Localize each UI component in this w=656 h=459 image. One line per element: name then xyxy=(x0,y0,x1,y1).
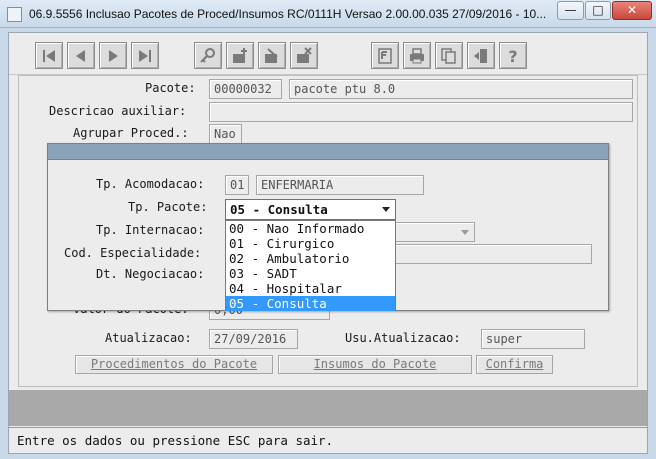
previous-record-button[interactable] xyxy=(67,42,95,69)
add-button[interactable] xyxy=(226,42,254,69)
acomodacao-label: Tp. Acomodacao: xyxy=(96,177,205,191)
svg-text:?: ? xyxy=(508,47,517,66)
negociacao-label: Dt. Negociacao: xyxy=(96,267,205,281)
filter-button[interactable] xyxy=(371,42,399,69)
pacote-code-field[interactable]: 00000032 xyxy=(209,79,282,99)
bottom-bar xyxy=(9,390,647,426)
app-icon xyxy=(7,7,22,22)
last-record-button[interactable] xyxy=(131,42,159,69)
pacote-tipo-select[interactable]: 05 - Consulta xyxy=(225,199,396,220)
maximize-button[interactable]: □ xyxy=(585,1,611,20)
agrupar-label: Agrupar Proced.: xyxy=(73,126,189,140)
especialidade-label: Cod. Especialidade: xyxy=(64,246,202,260)
acomodacao-name-field[interactable]: ENFERMARIA xyxy=(256,175,424,195)
acomodacao-code-field[interactable]: 01 xyxy=(225,175,249,195)
chevron-down-icon xyxy=(382,207,390,212)
option-consulta[interactable]: 05 - Consulta xyxy=(226,296,395,311)
pacote-tipo-label: Tp. Pacote: xyxy=(128,200,208,214)
chevron-down-icon xyxy=(461,230,469,235)
usu-atualizacao-label: Usu.Atualizacao: xyxy=(345,331,461,345)
copy-button[interactable] xyxy=(435,42,463,69)
search-key-button[interactable] xyxy=(194,42,222,69)
print-icon xyxy=(410,47,424,63)
atualizacao-field[interactable]: 27/09/2016 xyxy=(209,329,298,349)
option-hospitalar[interactable]: 04 - Hospitalar xyxy=(226,281,395,296)
status-message: Entre os dados ou pressione ESC para sai… xyxy=(17,433,334,448)
first-record-button[interactable] xyxy=(35,42,63,69)
atualizacao-label: Atualizacao: xyxy=(105,331,192,345)
exit-button[interactable] xyxy=(467,42,495,69)
first-record-icon xyxy=(43,49,55,62)
add-icon xyxy=(233,47,247,63)
insumos-button[interactable]: Insumos do Pacote xyxy=(278,355,472,374)
delete-icon xyxy=(297,46,312,63)
usu-atualizacao-field[interactable]: super xyxy=(481,329,585,349)
previous-record-icon xyxy=(76,49,85,62)
internacao-label: Tp. Internacao: xyxy=(96,223,205,237)
help-button[interactable]: ? xyxy=(499,42,527,69)
option-ambulatorio[interactable]: 02 - Ambulatorio xyxy=(226,251,395,266)
next-record-icon xyxy=(109,49,118,62)
print-button[interactable] xyxy=(403,42,431,69)
pacote-tipo-value: 05 - Consulta xyxy=(230,202,328,217)
last-record-icon xyxy=(139,49,151,62)
edit-button[interactable] xyxy=(258,42,286,69)
pacote-tipo-dropdown[interactable]: 00 - Nao Informado 01 - Cirurgico 02 - A… xyxy=(225,220,396,311)
confirma-button[interactable]: Confirma xyxy=(476,355,553,374)
procedimentos-button[interactable]: Procedimentos do Pacote xyxy=(75,355,273,374)
close-button[interactable]: ✕ xyxy=(612,1,652,20)
descricao-label: Descricao auxiliar: xyxy=(49,104,187,118)
option-sadt[interactable]: 03 - SADT xyxy=(226,266,395,281)
edit-icon xyxy=(265,47,278,63)
next-record-button[interactable] xyxy=(99,42,127,69)
option-nao-informado[interactable]: 00 - Nao Informado xyxy=(226,221,395,236)
pacote-name-field[interactable]: pacote ptu 8.0 xyxy=(289,79,633,99)
window-title: 06.9.5556 Inclusao Pacotes de Proced/Ins… xyxy=(29,7,547,21)
option-cirurgico[interactable]: 01 - Cirurgico xyxy=(226,236,395,251)
status-bar: Entre os dados ou pressione ESC para sai… xyxy=(9,427,647,453)
filter-icon xyxy=(378,47,392,64)
agrupar-field[interactable]: Nao xyxy=(209,124,242,144)
copy-icon xyxy=(441,47,456,64)
delete-button[interactable] xyxy=(290,42,318,69)
search-key-icon xyxy=(200,47,215,63)
toolbar: ? xyxy=(9,33,647,75)
title-bar: 06.9.5556 Inclusao Pacotes de Proced/Ins… xyxy=(0,0,656,28)
minimize-button[interactable]: — xyxy=(557,1,584,20)
descricao-field[interactable] xyxy=(209,102,633,122)
dialog-title-bar xyxy=(48,144,608,160)
exit-icon xyxy=(474,48,487,63)
pacote-label: Pacote: xyxy=(145,81,196,95)
help-icon: ? xyxy=(508,47,517,66)
